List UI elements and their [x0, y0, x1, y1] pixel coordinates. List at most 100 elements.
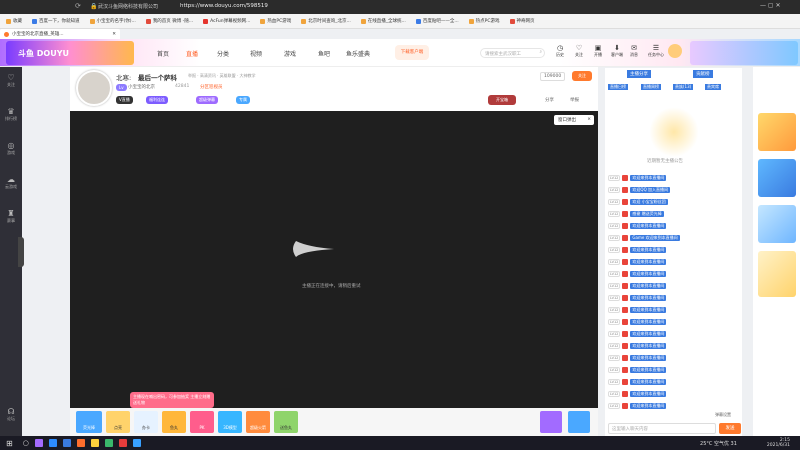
rail-rank[interactable]: ♛ 排行榜 — [0, 107, 22, 122]
nav-live[interactable]: 直播 — [186, 49, 198, 58]
taskbar-app-icon[interactable] — [118, 439, 127, 447]
refresh-icon[interactable]: ⟳ — [75, 2, 81, 10]
chat-message[interactable]: LV12 感谢 赠送荧光棒 — [608, 210, 664, 218]
header-icon-client[interactable]: ⬇ 客户端 — [611, 44, 623, 58]
streamer-name[interactable]: 小宝宝的北京 — [128, 84, 155, 90]
chat-message[interactable]: LV12 欢迎来到本直播间 — [608, 258, 667, 266]
send-button[interactable]: 发送 — [719, 423, 741, 434]
nav-yuba[interactable]: 鱼吧 — [318, 49, 330, 58]
bookmark-item[interactable]: 热血PC游戏 — [260, 18, 291, 24]
popout-button[interactable]: 窗口弹出 × — [554, 115, 594, 125]
nav-category[interactable]: 分类 — [217, 49, 229, 58]
window-controls[interactable]: — ▢ ✕ — [760, 2, 781, 9]
promo-popup[interactable]: 主播现在喊出密码，可参加抽奖 主播立刻赠送礼物 — [130, 392, 214, 408]
tag-weekly[interactable]: 直播周榜 — [641, 84, 661, 90]
chat-message[interactable]: LV12 欢迎来到本直播间 — [608, 174, 667, 182]
chat-message[interactable]: LV12 Game 欢迎来到本直播间 — [608, 234, 680, 242]
chat-message[interactable]: LV12 欢迎来到本直播间 — [608, 222, 667, 230]
chat-message[interactable]: LV12 欢迎来到本直播间 — [608, 378, 667, 386]
chat-message[interactable]: LV12 欢迎 小宝宝粉丝团 — [608, 198, 668, 206]
header-icon-broadcast[interactable]: ▣ 开播 — [594, 44, 602, 58]
windows-start-icon[interactable]: ⊞ — [6, 439, 13, 448]
share-button[interactable]: 分享 — [545, 97, 554, 103]
promo-banner-c[interactable] — [758, 205, 796, 243]
user-avatar[interactable] — [668, 44, 682, 58]
chat-message[interactable]: LV12 欢迎QQ 加入直播间 — [608, 186, 670, 194]
header-icon-follow[interactable]: ♡ 关注 — [575, 44, 583, 58]
download-client-button[interactable]: 下载客户端 — [395, 45, 429, 60]
gift-item-3[interactable]: 鱼丸 — [162, 411, 186, 433]
promo-banner-b[interactable] — [758, 159, 796, 197]
rail-follow[interactable]: ♡ 关注 — [0, 73, 22, 88]
chat-message[interactable]: LV12 欢迎来到本直播间 — [608, 318, 667, 326]
chat-message[interactable]: LV12 欢迎来到本直播间 — [608, 282, 667, 290]
bookmark-item[interactable]: 神奇网页 — [509, 18, 535, 24]
bookmark-item[interactable]: 在线直播_全球统... — [360, 18, 406, 24]
taskbar-app-icon[interactable] — [90, 439, 99, 447]
gift-item-4[interactable]: PK — [190, 411, 214, 433]
header-icon-task[interactable]: ☰ 任务中心 — [648, 44, 664, 58]
gift-item-0[interactable]: 荧光棒 — [76, 411, 102, 433]
header-icon-message[interactable]: ✉ 消息 — [630, 44, 638, 58]
contrib-tab[interactable]: 贡献榜 — [693, 70, 713, 78]
search-input[interactable]: 请搜索主武汉职工 ⌕ — [480, 48, 545, 58]
taskbar-app-icon[interactable] — [76, 439, 85, 447]
tag-noble[interactable]: 贵族(13) — [673, 84, 694, 90]
chat-message[interactable]: LV12 欢迎来到本直播间 — [608, 402, 667, 410]
event-banner[interactable] — [690, 41, 798, 65]
chat-message[interactable]: LV12 欢迎来到本直播间 — [608, 270, 667, 278]
treasure-button[interactable]: 开宝箱 — [488, 95, 516, 105]
nav-home[interactable]: 首页 — [157, 49, 169, 58]
bookmark-item[interactable]: 百度一下，你就知道 — [32, 18, 80, 24]
gift-item-1[interactable]: 点亮 — [106, 411, 130, 433]
nav-festival[interactable]: 鱼乐盛典 — [346, 49, 370, 58]
gift-item-2[interactable]: 办卡 — [134, 411, 158, 433]
taskbar-app-icon[interactable] — [62, 439, 71, 447]
gift-item-6[interactable]: 超级火箭 — [246, 411, 270, 433]
tag-daily[interactable]: 直播日榜 — [608, 84, 628, 90]
chat-message[interactable]: LV12 欢迎来到本直播间 — [608, 390, 667, 398]
bookmark-item[interactable]: 我的首页 微博 -随... — [145, 18, 193, 24]
promo-banner-a[interactable] — [758, 113, 796, 151]
chat-input[interactable]: 这里输入聊天内容 — [608, 423, 716, 434]
bookmark-item[interactable]: 北京时间查询_北京... — [301, 18, 351, 24]
search-icon[interactable]: ○ — [23, 439, 29, 447]
close-tab-icon[interactable]: ✕ — [112, 32, 116, 37]
chat-message[interactable]: LV12 欢迎来到本直播间 — [608, 294, 667, 302]
taskbar-app-icon[interactable] — [48, 439, 57, 447]
header-icon-history[interactable]: ◷ 历史 — [556, 44, 564, 58]
tag-vip[interactable]: 贵宾席 — [705, 84, 721, 90]
close-icon[interactable]: × — [587, 117, 591, 122]
rail-game[interactable]: ◎ 游戏 — [0, 141, 22, 156]
browser-tab[interactable]: 小宝宝的北京直播_英雄... ✕ — [0, 29, 120, 39]
nav-video[interactable]: 视频 — [250, 49, 262, 58]
bookmark-item[interactable]: AcFun弹幕视频网... — [203, 18, 250, 24]
danmu-settings-button[interactable]: 弹幕设置 — [715, 412, 731, 418]
url-text[interactable]: https://www.douyu.com/598519 — [180, 3, 268, 9]
weather-text[interactable]: 25°C 空气优 31 — [700, 440, 737, 447]
gift-extra-a[interactable] — [540, 411, 562, 433]
nav-game[interactable]: 游戏 — [284, 49, 296, 58]
taskbar-app-icon[interactable] — [104, 439, 113, 447]
streamer-avatar[interactable] — [76, 70, 112, 106]
notice-tab[interactable]: 主播分享 — [627, 70, 651, 78]
clock[interactable]: 2:15 2021/6/31 — [767, 438, 790, 448]
follow-button[interactable]: 关注 — [572, 71, 592, 81]
chat-message[interactable]: LV12 欢迎来到本直播间 — [608, 306, 667, 314]
taskbar-app-icon[interactable] — [132, 439, 141, 447]
video-player[interactable]: 窗口弹出 × 主播正在连接中，请稍后重试 主播现在喊出密码，可参加抽奖 主播立刻… — [70, 111, 598, 408]
taskbar-app-icon[interactable] — [34, 439, 43, 447]
chat-message[interactable]: LV12 欢迎来到本直播间 — [608, 246, 667, 254]
gift-item-7[interactable]: 送鱼丸 — [274, 411, 298, 433]
collapse-rail-handle[interactable] — [18, 237, 24, 267]
rail-forum[interactable]: ☊ 论坛 — [0, 407, 22, 422]
bookmark-item[interactable]: 百度贴吧——全... — [415, 18, 459, 24]
bookmark-item[interactable]: 收藏 — [6, 18, 22, 24]
chat-message[interactable]: LV12 欢迎来到本直播间 — [608, 366, 667, 374]
bookmark-item[interactable]: 热点PC游戏 — [468, 18, 500, 24]
douyu-logo[interactable]: 斗鱼 DOUYU — [6, 41, 134, 65]
gift-extra-b[interactable] — [568, 411, 590, 433]
gift-item-5[interactable]: 3D模型 — [218, 411, 242, 433]
rail-cloud-game[interactable]: ☁ 云游戏 — [0, 175, 22, 190]
chat-message[interactable]: LV12 欢迎来到本直播间 — [608, 342, 667, 350]
